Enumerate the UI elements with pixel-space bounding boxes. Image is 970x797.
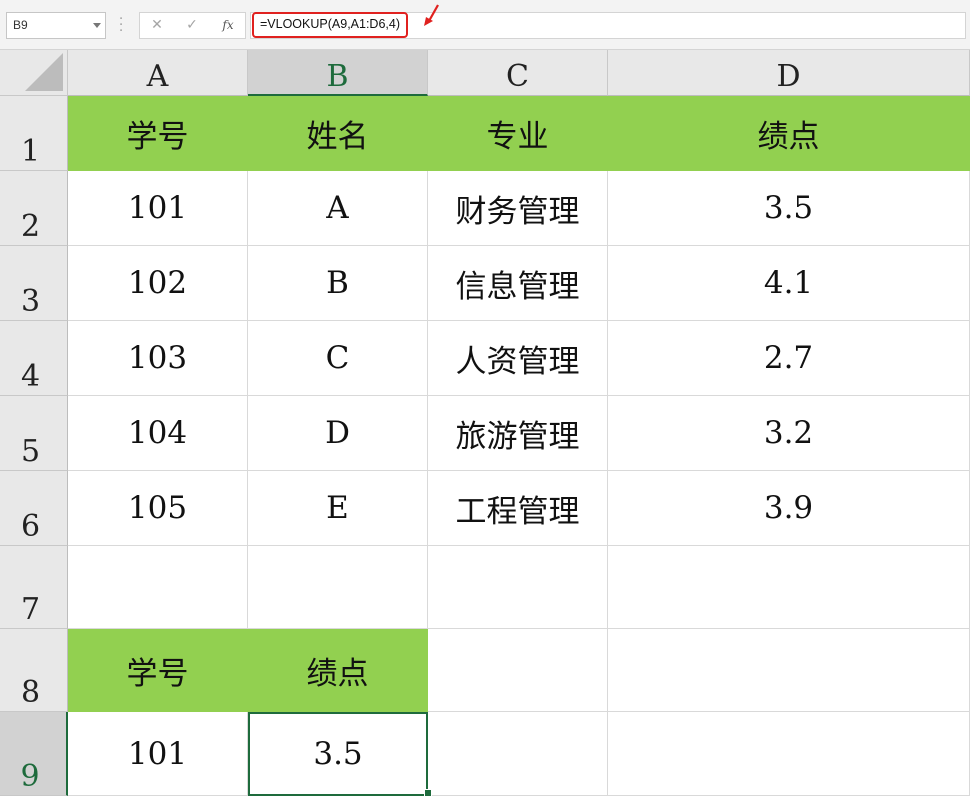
cell-b6[interactable]: E	[248, 471, 428, 546]
cell-value: 姓名	[306, 118, 369, 155]
cell-value: 101	[127, 735, 188, 772]
cell-b7[interactable]	[248, 546, 428, 629]
cell-value: 财务管理	[455, 193, 580, 230]
cell-b2[interactable]: A	[248, 171, 428, 246]
cancel-icon[interactable]: ✕	[143, 13, 171, 38]
column-header-d[interactable]: D	[608, 50, 970, 96]
formula-bar: B9 · · · ✕ ✓ fx =VLOOKUP(A9,A1:D6,4)	[0, 0, 970, 50]
row-header-7[interactable]: 7	[0, 546, 68, 629]
cell-a4[interactable]: 103	[68, 321, 248, 396]
cell-b3[interactable]: B	[248, 246, 428, 321]
cell-b5[interactable]: D	[248, 396, 428, 471]
cell-value: 人资管理	[455, 343, 580, 380]
column-header-c[interactable]: C	[428, 50, 608, 96]
row-header-2[interactable]: 2	[0, 171, 68, 246]
cell-a7[interactable]	[68, 546, 248, 629]
row-header-1[interactable]: 1	[0, 96, 68, 171]
cell-b4[interactable]: C	[248, 321, 428, 396]
cell-c3[interactable]: 信息管理	[428, 246, 608, 321]
cell-c2[interactable]: 财务管理	[428, 171, 608, 246]
cell-value: 102	[127, 265, 188, 301]
cell-value: 103	[127, 340, 188, 376]
cell-value: 学号	[126, 118, 189, 155]
formula-text[interactable]: =VLOOKUP(A9,A1:D6,4)	[252, 12, 408, 38]
cell-c6[interactable]: 工程管理	[428, 471, 608, 546]
cell-value: 2.7	[763, 340, 814, 376]
cell-a8[interactable]: 学号	[68, 629, 248, 712]
row-number: 9	[20, 759, 40, 794]
cell-value: 绩点	[757, 118, 820, 155]
cell-d9[interactable]	[608, 712, 970, 796]
cell-d4[interactable]: 2.7	[608, 321, 970, 396]
cell-c9[interactable]	[428, 712, 608, 796]
cell-d7[interactable]	[608, 546, 970, 629]
select-all-triangle-icon	[25, 53, 63, 91]
cell-a5[interactable]: 104	[68, 396, 248, 471]
row-number: 6	[20, 509, 41, 544]
cell-value: A	[326, 190, 349, 226]
row-number: 2	[20, 209, 41, 244]
cell-a3[interactable]: 102	[68, 246, 248, 321]
cell-a6[interactable]: 105	[68, 471, 248, 546]
cell-value: 信息管理	[455, 268, 580, 305]
cell-d5[interactable]: 3.2	[608, 396, 970, 471]
row-number: 4	[20, 359, 41, 394]
row-header-8[interactable]: 8	[0, 629, 68, 712]
cell-d3[interactable]: 4.1	[608, 246, 970, 321]
cell-b8[interactable]: 绩点	[248, 629, 428, 712]
row-header-6[interactable]: 6	[0, 471, 68, 546]
cell-value: 3.2	[763, 415, 814, 451]
cell-value: 3.5	[763, 190, 814, 226]
column-header-b[interactable]: B	[248, 50, 428, 96]
name-box-value: B9	[13, 18, 28, 32]
row-number: 5	[20, 434, 41, 469]
row-number: 1	[20, 134, 41, 169]
cell-value: 3.5	[313, 736, 363, 772]
annotation-arrow-icon	[424, 4, 439, 26]
cell-c4[interactable]: 人资管理	[428, 321, 608, 396]
insert-function-icon[interactable]: fx	[214, 13, 242, 38]
cell-value: 4.1	[763, 265, 814, 301]
cell-value: 旅游管理	[455, 418, 580, 455]
cell-c7[interactable]	[428, 546, 608, 629]
cell-value: 工程管理	[455, 493, 580, 530]
vertical-dots-icon: · · ·	[119, 12, 124, 39]
column-header-a[interactable]: A	[68, 50, 248, 96]
cell-value: 105	[127, 490, 188, 526]
cell-a2[interactable]: 101	[68, 171, 248, 246]
row-number: 7	[20, 592, 41, 627]
cell-d2[interactable]: 3.5	[608, 171, 970, 246]
row-header-9[interactable]: 9	[0, 712, 68, 796]
cell-value: D	[325, 415, 350, 451]
row-header-4[interactable]: 4	[0, 321, 68, 396]
cell-c5[interactable]: 旅游管理	[428, 396, 608, 471]
cell-c8[interactable]	[428, 629, 608, 712]
cell-d6[interactable]: 3.9	[608, 471, 970, 546]
cell-value: 专业	[486, 118, 549, 155]
cell-value: 104	[127, 415, 188, 451]
cell-c1[interactable]: 专业	[428, 96, 608, 171]
cell-value: 绩点	[306, 655, 369, 692]
cell-a9[interactable]: 101	[68, 712, 248, 796]
formula-buttons: ✕ ✓ fx	[139, 12, 246, 39]
cell-d8[interactable]	[608, 629, 970, 712]
cell-value: 学号	[126, 655, 189, 692]
cell-value: B	[326, 265, 349, 301]
row-number: 3	[20, 284, 41, 319]
cell-value: 101	[127, 190, 188, 226]
select-all-corner[interactable]	[0, 50, 68, 96]
cell-value: C	[325, 340, 350, 376]
name-box[interactable]: B9	[6, 12, 106, 39]
chevron-down-icon[interactable]	[93, 23, 101, 28]
row-header-5[interactable]: 5	[0, 396, 68, 471]
cell-d1[interactable]: 绩点	[608, 96, 970, 171]
cell-a1[interactable]: 学号	[68, 96, 248, 171]
cell-value: 3.9	[763, 490, 814, 526]
row-header-3[interactable]: 3	[0, 246, 68, 321]
enter-icon[interactable]: ✓	[178, 13, 206, 38]
cell-b1[interactable]: 姓名	[248, 96, 428, 171]
cell-value: E	[326, 490, 349, 526]
row-number: 8	[20, 675, 41, 710]
cell-b9[interactable]: 3.5	[248, 712, 428, 796]
